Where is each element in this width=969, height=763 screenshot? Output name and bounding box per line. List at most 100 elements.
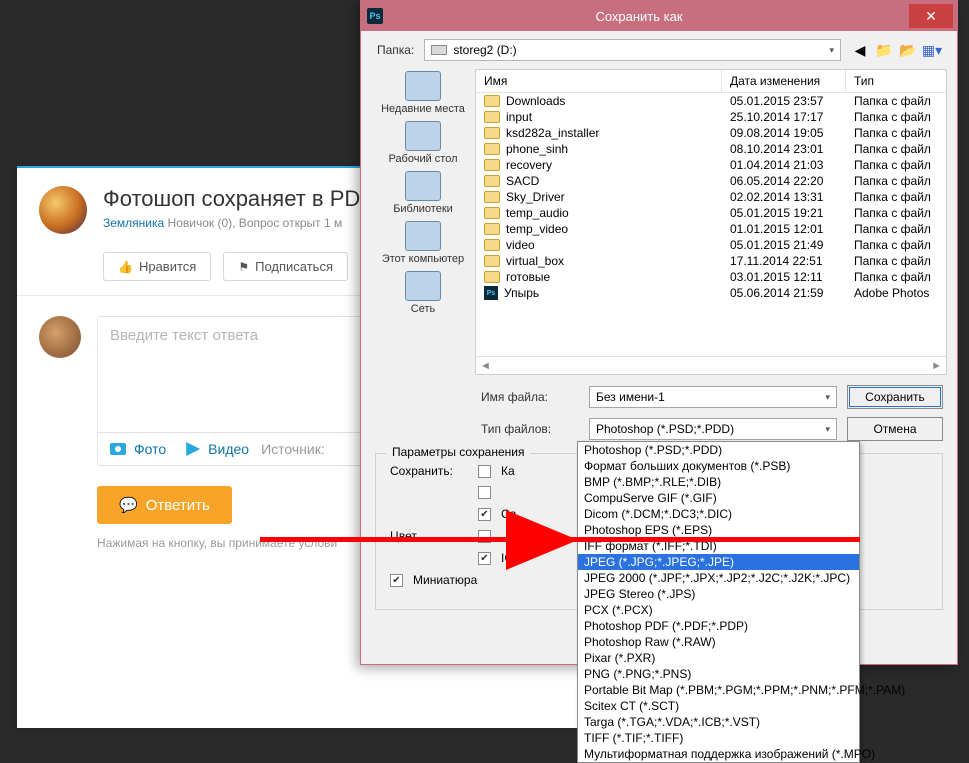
filetype-dropdown[interactable]: Photoshop (*.PSD;*.PDD)▾ [589,418,837,440]
file-row[interactable]: SACD06.05.2014 22:20Папка с файл [476,173,946,189]
avatar [39,186,87,234]
filetype-option[interactable]: BMP (*.BMP;*.RLE;*.DIB) [578,474,859,490]
annotation-arrow-head [506,510,578,570]
folder-dropdown[interactable]: storeg2 (D:) ▾ [424,39,841,61]
col-name[interactable]: Имя [476,70,722,92]
submit-button[interactable]: 💬Ответить [97,486,232,524]
checkbox[interactable]: ✔ [478,552,491,565]
filetype-option[interactable]: Scitex CT (*.SCT) [578,698,859,714]
thumbnail-checkbox[interactable]: ✔ [390,574,403,587]
filetype-option[interactable]: Photoshop EPS (*.EPS) [578,522,859,538]
post-author[interactable]: Земляника [103,216,164,230]
folder-icon [484,271,500,283]
folder-icon [484,175,500,187]
filetype-dropdown-list[interactable]: Photoshop (*.PSD;*.PDD)Формат больших до… [577,441,860,763]
new-folder-icon[interactable]: 📂 [899,41,917,59]
file-row[interactable]: Downloads05.01.2015 23:57Папка с файл [476,93,946,109]
photo-icon [110,443,126,455]
folder-icon [484,95,500,107]
flag-icon: ⚑ [238,260,249,274]
place-desktop[interactable]: Рабочий стол [378,121,468,165]
file-row[interactable]: готовые03.01.2015 12:11Папка с файл [476,269,946,285]
file-row[interactable]: ksd282a_installer09.08.2014 19:05Папка с… [476,125,946,141]
filetype-option[interactable]: Мультиформатная поддержка изображений (*… [578,746,859,762]
params-title: Параметры сохранения [386,445,530,459]
filetype-option[interactable]: Targa (*.TGA;*.VDA;*.ICB;*.VST) [578,714,859,730]
file-row[interactable]: video05.01.2015 21:49Папка с файл [476,237,946,253]
like-button[interactable]: 👍Нравится [103,252,211,281]
video-icon [186,442,200,456]
folder-icon [484,207,500,219]
filetype-option[interactable]: JPEG Stereo (*.JPS) [578,586,859,602]
scroll-left-icon[interactable]: ◄ [480,360,491,372]
file-row[interactable]: input25.10.2014 17:17Папка с файл [476,109,946,125]
filetype-option[interactable]: Photoshop Raw (*.RAW) [578,634,859,650]
filetype-option[interactable]: PNG (*.PNG;*.PNS) [578,666,859,682]
file-row[interactable]: temp_video01.01.2015 12:01Папка с файл [476,221,946,237]
thumbnail-label: Миниатюра [413,573,477,587]
folder-icon [484,223,500,235]
filetype-option[interactable]: CompuServe GIF (*.GIF) [578,490,859,506]
places-bar: Недавние места Рабочий стол Библиотеки Э… [371,69,475,375]
filetype-option[interactable]: JPEG 2000 (*.JPF;*.JPX;*.JP2;*.J2C;*.J2K… [578,570,859,586]
filetype-option[interactable]: Dicom (*.DCM;*.DC3;*.DIC) [578,506,859,522]
chevron-down-icon: ▾ [825,424,830,435]
place-network[interactable]: Сеть [378,271,468,315]
drive-icon [431,45,447,55]
checkbox[interactable] [478,486,491,499]
horizontal-scrollbar[interactable]: ◄ ► [476,356,946,374]
file-list: Имя Дата изменения Тип Downloads05.01.20… [475,69,947,375]
file-row[interactable]: PsУпырь05.06.2014 21:59Adobe Photos [476,285,946,301]
folder-icon [484,191,500,203]
post-title: Фотошоп сохраняет в PD [103,186,360,212]
up-icon[interactable]: 📁 [875,41,893,59]
views-icon[interactable]: ▦▾ [923,41,941,59]
col-date[interactable]: Дата изменения [722,70,846,92]
place-libraries[interactable]: Библиотеки [378,171,468,215]
folder-label: Папка: [377,43,414,57]
place-computer[interactable]: Этот компьютер [378,221,468,265]
filetype-option[interactable]: Photoshop (*.PSD;*.PDD) [578,442,859,458]
speech-icon: 💬 [119,496,138,514]
folder-icon [484,127,500,139]
filetype-option[interactable]: JPEG (*.JPG;*.JPEG;*.JPE) [578,554,859,570]
photoshop-icon: Ps [367,8,383,24]
filetype-option[interactable]: Формат больших документов (*.PSB) [578,458,859,474]
filetype-option[interactable]: TIFF (*.TIF;*.TIFF) [578,730,859,746]
close-button[interactable]: ✕ [909,4,953,28]
checkbox[interactable] [478,465,491,478]
titlebar[interactable]: Ps Сохранить как ✕ [361,1,957,31]
avatar [39,316,81,358]
checkbox[interactable]: ✔ [478,508,491,521]
subscribe-button[interactable]: ⚑Подписаться [223,252,348,281]
place-recent[interactable]: Недавние места [378,71,468,115]
file-row[interactable]: recovery01.04.2014 21:03Папка с файл [476,157,946,173]
col-type[interactable]: Тип [846,70,946,92]
thumbs-up-icon: 👍 [118,260,133,274]
attach-photo-button[interactable]: Фото [134,441,166,457]
filetype-label: Тип файлов: [481,422,579,436]
attach-video-button[interactable]: Видео [208,441,249,457]
file-row[interactable]: Sky_Driver02.02.2014 13:31Папка с файл [476,189,946,205]
folder-icon [484,111,500,123]
file-row[interactable]: phone_sinh08.10.2014 23:01Папка с файл [476,141,946,157]
file-list-header[interactable]: Имя Дата изменения Тип [476,70,946,93]
filetype-option[interactable]: Pixar (*.PXR) [578,650,859,666]
filetype-option[interactable]: Photoshop PDF (*.PDF;*.PDP) [578,618,859,634]
back-icon[interactable]: ◀ [851,41,869,59]
scroll-right-icon[interactable]: ► [931,360,942,372]
source-label: Источник: [261,441,325,457]
filetype-option[interactable]: PCX (*.PCX) [578,602,859,618]
psd-file-icon: Ps [484,286,498,300]
folder-icon [484,159,500,171]
cancel-button[interactable]: Отмена [847,417,943,441]
file-row[interactable]: virtual_box17.11.2014 22:51Папка с файл [476,253,946,269]
filetype-option[interactable]: Portable Bit Map (*.PBM;*.PGM;*.PPM;*.PN… [578,682,859,698]
post-meta: Земляника Новичок (0), Вопрос открыт 1 м [103,216,360,230]
chevron-down-icon: ▾ [825,392,830,403]
file-row[interactable]: temp_audio05.01.2015 19:21Папка с файл [476,205,946,221]
filename-field[interactable]: Без имени-1▾ [589,386,837,408]
save-param-label: Сохранить: [390,464,468,478]
save-button[interactable]: Сохранить [847,385,943,409]
folder-icon [484,239,500,251]
